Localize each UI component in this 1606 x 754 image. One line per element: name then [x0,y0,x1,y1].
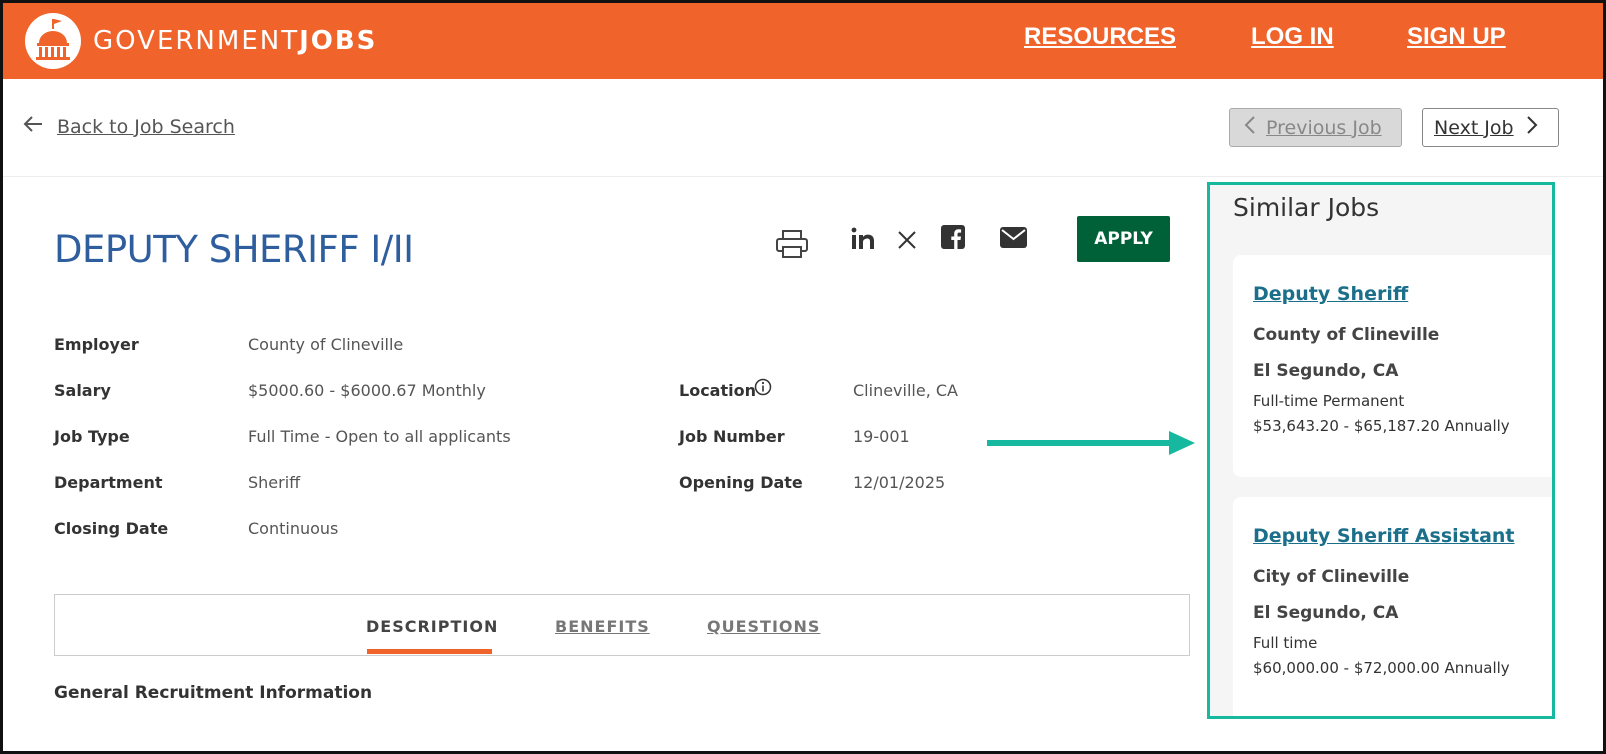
info-icon[interactable] [754,378,772,400]
tab-description[interactable]: DESCRIPTION [366,617,498,636]
nav-login-link[interactable]: LOG IN [1251,23,1334,51]
field-value-job-type: Full Time - Open to all applicants [248,427,511,446]
similar-job-title-link[interactable]: Deputy Sheriff [1253,283,1408,305]
arrow-left-icon [23,115,43,138]
similar-job-title-link[interactable]: Deputy Sheriff Assistant [1253,525,1515,547]
field-label-employer: Employer [54,335,139,354]
similar-job-type: Full-time Permanent [1253,392,1405,410]
linkedin-icon[interactable] [851,227,875,255]
field-label-job-type: Job Type [54,427,130,446]
logo-wordmark: GOVERNMENTJOBS [93,26,377,56]
print-icon[interactable] [775,229,809,263]
field-value-employer: County of Clineville [248,335,404,354]
field-value-job-number: 19-001 [853,427,910,446]
job-tabs: DESCRIPTION BENEFITS QUESTIONS [54,594,1190,656]
logo-text-light: GOVERNMENT [93,26,300,56]
field-label-department: Department [54,473,163,492]
field-label-job-number: Job Number [679,427,785,446]
chevron-left-icon [1244,115,1256,140]
similar-job-type: Full time [1253,634,1318,652]
similar-job-card: Deputy Sheriff Assistant City of Clinevi… [1233,497,1552,716]
logo-text-bold: JOBS [299,26,378,56]
email-icon[interactable] [1000,227,1027,252]
next-job-label: Next Job [1434,116,1514,139]
field-label-closing-date: Closing Date [54,519,169,538]
similar-job-salary: $53,643.20 - $65,187.20 Annually [1253,417,1510,435]
arrow-right-icon [987,429,1197,463]
similar-jobs-panel: Similar Jobs Deputy Sheriff County of Cl… [1207,182,1555,719]
similar-job-location: El Segundo, CA [1253,603,1399,623]
nav-signup-link[interactable]: SIGN UP [1407,23,1506,51]
field-value-salary: $5000.60 - $6000.67 Monthly [248,381,486,400]
field-value-department: Sheriff [248,473,301,492]
nav-resources-link[interactable]: RESOURCES [1024,23,1176,51]
field-label-salary: Salary [54,381,111,400]
site-header: GOVERNMENTJOBS RESOURCES LOG IN SIGN UP [3,3,1603,79]
similar-job-card: Deputy Sheriff County of Clineville El S… [1233,255,1552,477]
similar-jobs-heading: Similar Jobs [1233,193,1380,222]
back-to-search-link[interactable]: Back to Job Search [23,115,235,138]
section-heading: General Recruitment Information [54,683,373,703]
field-value-opening-date: 12/01/2025 [853,473,946,492]
similar-job-employer: City of Clineville [1253,567,1410,587]
apply-button[interactable]: APPLY [1077,216,1170,262]
site-logo[interactable]: GOVERNMENTJOBS [25,13,377,69]
similar-job-employer: County of Clineville [1253,325,1440,345]
field-value-location: Clineville, CA [853,381,958,400]
capitol-icon [25,13,81,69]
back-to-search-label: Back to Job Search [57,115,235,138]
previous-job-label: Previous Job [1266,116,1382,139]
facebook-icon[interactable] [941,225,965,253]
tab-benefits[interactable]: BENEFITS [555,617,650,636]
job-nav-bar: Back to Job Search Previous Job Next Job [3,79,1603,177]
tab-questions[interactable]: QUESTIONS [707,617,820,636]
next-job-button[interactable]: Next Job [1422,108,1559,147]
chevron-right-icon [1526,115,1538,140]
active-tab-indicator [367,649,492,654]
x-icon[interactable] [898,231,916,253]
field-label-opening-date: Opening Date [679,473,803,492]
browser-frame: GOVERNMENTJOBS RESOURCES LOG IN SIGN UP … [0,0,1606,754]
field-label-location: Location [679,381,756,400]
previous-job-button[interactable]: Previous Job [1229,108,1402,147]
similar-job-salary: $60,000.00 - $72,000.00 Annually [1253,659,1510,677]
job-title: DEPUTY SHERIFF I/II [54,228,414,271]
similar-job-location: El Segundo, CA [1253,361,1399,381]
field-value-closing-date: Continuous [248,519,339,538]
